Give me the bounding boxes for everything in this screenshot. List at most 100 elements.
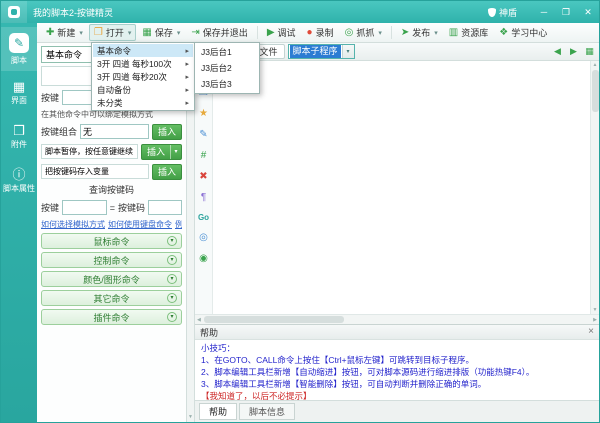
folder-icon: ❐ <box>93 26 103 38</box>
menu-item-auto-backup[interactable]: 自动备份 ▸ <box>93 83 193 96</box>
control-commands-button[interactable]: 控制命令 ▾ <box>41 252 182 268</box>
preview-icon[interactable]: ◉ <box>197 254 211 264</box>
resource-library-button[interactable]: ▥ 资源库 <box>444 24 493 41</box>
menu-item-3kai-100[interactable]: 3开 四道 每秒100次 ▸ <box>93 57 193 70</box>
main-toolbar: ✚ 新建 ▾ ❐ 打开 ▾ ▦ 保存 ▾ ⇥ 保存并退出 ▶ 调试 ● 录制 ◎… <box>37 23 599 43</box>
code-editor-canvas[interactable] <box>213 61 590 314</box>
sidebar: ✎ 脚本 ▦ 界面 ❒ 附件 ⓘ 脚本属性 <box>1 23 37 422</box>
submenu-item-j3-3[interactable]: J3后台3 <box>196 76 258 92</box>
toolbar-separator <box>256 26 258 39</box>
submenu-item-j3-1[interactable]: J3后台1 <box>196 44 258 60</box>
maximize-button[interactable]: ❐ <box>555 1 577 23</box>
submenu-arrow-icon: ▸ <box>185 86 189 94</box>
nav-forward-icon[interactable]: ▶ <box>567 46 580 57</box>
other-commands-button[interactable]: 其它命令 ▾ <box>41 290 182 306</box>
submenu-arrow-icon: ▸ <box>185 47 189 55</box>
query-code-output[interactable] <box>148 200 182 215</box>
dropdown-arrow-icon[interactable]: ▾ <box>128 29 132 37</box>
edit-icon[interactable]: ✎ <box>197 130 211 140</box>
auto-indent-icon[interactable]: # <box>197 151 211 161</box>
key-combo-input[interactable] <box>80 124 149 139</box>
close-button[interactable]: ✕ <box>577 1 599 23</box>
dropdown-arrow-icon[interactable]: ▾ <box>79 29 83 37</box>
dropdown-arrow-icon[interactable]: ▾ <box>378 29 382 37</box>
simulation-help-link[interactable]: 如何选择模拟方式 <box>41 219 105 230</box>
plugin-commands-button[interactable]: 插件命令 ▾ <box>41 309 182 325</box>
insert-store-button[interactable]: 插入 <box>151 163 182 180</box>
scroll-up-icon[interactable]: ▲ <box>593 62 598 68</box>
editor-vscrollbar[interactable]: ▲ ▼ <box>590 61 599 314</box>
open-button[interactable]: ❐ 打开 ▾ <box>88 24 137 41</box>
info-icon: ⓘ <box>12 167 26 182</box>
scroll-down-icon[interactable]: ▼ <box>188 414 193 420</box>
query-key-label: 按键 <box>41 203 60 213</box>
key-combo-label: 按键组合 <box>41 127 78 137</box>
new-button[interactable]: ✚ 新建 ▾ <box>41 24 88 41</box>
query-code-label: 按键码 <box>117 203 145 213</box>
dropdown-arrow-icon[interactable]: ▾ <box>177 29 181 37</box>
query-keycode-title: 查询按键码 <box>88 185 134 195</box>
editor-hscrollbar[interactable]: ◀ ▶ <box>195 314 599 324</box>
grab-button[interactable]: ◎ 抓抓 ▾ <box>340 24 387 41</box>
vscroll-thumb[interactable] <box>591 70 599 112</box>
insert-pause-button[interactable]: 插入 ▾ <box>140 143 182 160</box>
save-exit-button[interactable]: ⇥ 保存并退出 <box>186 24 252 41</box>
minimize-button[interactable]: ─ <box>533 1 555 23</box>
open-submenu: J3后台1 J3后台2 J3后台3 <box>194 42 260 94</box>
dismiss-tips-link[interactable]: 【我知道了，以后不必提示】 <box>201 390 593 400</box>
scroll-down-icon[interactable]: ▼ <box>593 307 598 313</box>
close-icon[interactable]: × <box>588 327 594 337</box>
debug-button[interactable]: ▶ 调试 <box>262 24 301 41</box>
menu-item-3kai-20[interactable]: 3开 四道 每秒20次 ▸ <box>93 70 193 83</box>
mouse-commands-button[interactable]: 鼠标命令 ▾ <box>41 233 182 249</box>
tip-line: 3、脚本编辑工具栏新增【智能删除】按钮，可自动判断并删除正确的单词。 <box>201 379 487 389</box>
dropdown-arrow-icon[interactable]: ▾ <box>434 29 438 37</box>
comment-icon[interactable]: ¶ <box>197 193 211 203</box>
shield-button[interactable]: 神盾 <box>487 6 517 19</box>
nav-back-icon[interactable]: ◀ <box>551 46 564 57</box>
goto-icon[interactable]: Go <box>197 214 211 222</box>
subroutine-selected-text: 脚本子程序 <box>289 45 341 58</box>
expand-icon: ▾ <box>167 293 177 303</box>
menu-item-basic-commands[interactable]: 基本命令 ▸ <box>93 44 193 57</box>
find-icon[interactable]: ◎ <box>197 233 211 243</box>
editor-tool-strip: ☻ ❐ ★ ✎ # ✖ ¶ Go ◎ ◉ <box>195 61 213 314</box>
hscroll-thumb[interactable] <box>203 316 344 323</box>
app-logo-icon <box>1 1 27 23</box>
sidebar-item-interface[interactable]: ▦ 界面 <box>1 71 37 115</box>
pause-command-label: 脚本暂停，按任意键继续 <box>41 144 138 159</box>
learning-center-button[interactable]: ❖ 学习中心 <box>494 24 552 41</box>
favorite-icon[interactable]: ★ <box>197 109 211 119</box>
scroll-left-icon[interactable]: ◀ <box>197 317 201 323</box>
learn-icon: ❖ <box>499 26 509 38</box>
sidebar-item-properties[interactable]: ⓘ 脚本属性 <box>1 159 37 203</box>
scroll-right-icon[interactable]: ▶ <box>593 317 597 323</box>
insert-combo-button[interactable]: 插入 <box>151 123 182 140</box>
expand-icon: ▾ <box>167 236 177 246</box>
publish-button[interactable]: ➤ 发布 ▾ <box>396 24 443 41</box>
editor-area: ▤ ▦ ▤ 源文件 脚本子程序 ▾ ◀ ▶ ▦ <box>195 43 599 422</box>
keyboard-help-link[interactable]: 如何使用键盘命令 <box>108 219 172 230</box>
query-key-input[interactable] <box>62 200 107 215</box>
menu-item-uncategorized[interactable]: 未分类 ▸ <box>93 96 193 109</box>
smart-delete-icon[interactable]: ✖ <box>197 172 211 182</box>
layout-toggle-icon[interactable]: ▦ <box>583 46 596 57</box>
submenu-item-j3-2[interactable]: J3后台2 <box>196 60 258 76</box>
save-button[interactable]: ▦ 保存 ▾ <box>137 24 185 41</box>
dropdown-arrow-icon[interactable]: ▾ <box>170 144 181 159</box>
attachment-icon: ❒ <box>13 123 25 138</box>
sidebar-item-script[interactable]: ✎ 脚本 <box>1 27 37 71</box>
tip-line: 1、在GOTO、CALL命令上按住【Ctrl+鼠标左键】可跳转到目标子程序。 <box>201 355 475 365</box>
shield-label: 神盾 <box>498 7 517 18</box>
sidebar-item-attachment[interactable]: ❒ 附件 <box>1 115 37 159</box>
record-button[interactable]: ● 录制 <box>302 24 339 41</box>
chevron-down-icon[interactable]: ▾ <box>341 45 354 58</box>
tab-script-info[interactable]: 脚本信息 <box>239 403 296 420</box>
example-link[interactable]: 例子 <box>175 219 182 230</box>
tab-help[interactable]: 帮助 <box>199 403 238 420</box>
resource-icon: ▥ <box>448 26 459 38</box>
debug-icon: ▶ <box>266 26 275 38</box>
subroutine-combobox[interactable]: 脚本子程序 ▾ <box>287 44 355 59</box>
color-graphics-commands-button[interactable]: 颜色/图形命令 ▾ <box>41 271 182 287</box>
app-window: 我的脚本2-按键精灵 神盾 ─ ❐ ✕ ✎ 脚本 ▦ 界面 ❒ 附件 ⓘ 脚本属… <box>0 0 600 423</box>
